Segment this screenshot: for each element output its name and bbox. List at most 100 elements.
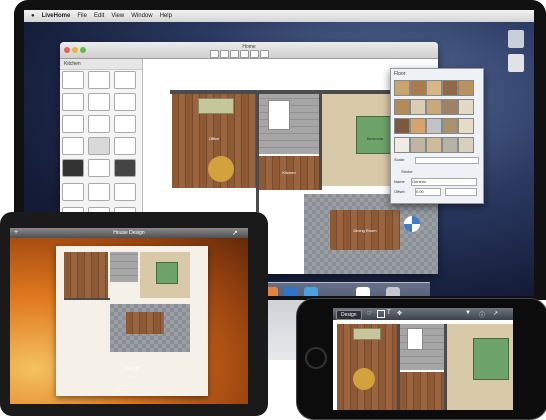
- material-swatch[interactable]: [410, 118, 426, 134]
- name-field[interactable]: Generic: [411, 178, 477, 186]
- material-swatch[interactable]: [426, 80, 442, 96]
- ipad-add-icon[interactable]: +: [14, 229, 18, 236]
- desktop-drive-icon[interactable]: [508, 30, 524, 48]
- catalog-item[interactable]: [62, 137, 84, 155]
- catalog-item[interactable]: [114, 183, 136, 201]
- catalog-item[interactable]: [88, 71, 110, 89]
- material-swatch[interactable]: [426, 137, 442, 153]
- catalog-item[interactable]: [62, 93, 84, 111]
- catalog-item[interactable]: [62, 159, 84, 177]
- ipad-title: House Design: [113, 230, 145, 236]
- dock-app-icon[interactable]: [304, 287, 318, 296]
- wall: [64, 298, 110, 300]
- catalog-item[interactable]: [88, 93, 110, 111]
- design-button[interactable]: Design: [336, 310, 362, 320]
- catalog-item[interactable]: [114, 71, 136, 89]
- material-swatch[interactable]: [426, 118, 442, 134]
- bathtub[interactable]: [407, 328, 423, 350]
- catalog-item[interactable]: [88, 137, 110, 155]
- menu-help[interactable]: Help: [160, 13, 172, 19]
- catalog-item[interactable]: [114, 93, 136, 111]
- catalog-item[interactable]: [114, 115, 136, 133]
- window-titlebar: Home: [60, 42, 438, 59]
- toolbar-door-icon[interactable]: [240, 50, 249, 58]
- room-hall[interactable]: [400, 372, 444, 410]
- material-swatch[interactable]: [410, 80, 426, 96]
- material-swatch[interactable]: [458, 80, 474, 96]
- sofa[interactable]: [353, 328, 381, 340]
- catalog-item[interactable]: [114, 137, 136, 155]
- mac-menubar: ● LiveHome File Edit View Window Help: [24, 10, 534, 22]
- catalog-item[interactable]: [88, 115, 110, 133]
- toolbar-select-icon[interactable]: [210, 50, 219, 58]
- apple-menu-icon[interactable]: ●: [31, 13, 35, 19]
- home-button[interactable]: [305, 347, 327, 369]
- catalog-item[interactable]: [62, 183, 84, 201]
- material-swatch[interactable]: [410, 137, 426, 153]
- ipad-share-icon[interactable]: ↗: [232, 229, 238, 237]
- toolbar-room-icon[interactable]: [230, 50, 239, 58]
- material-swatch[interactable]: [410, 99, 426, 115]
- toolbar-dimension-icon[interactable]: [260, 50, 269, 58]
- umbrella-icon[interactable]: [404, 216, 420, 232]
- material-swatch-grid: [394, 80, 480, 154]
- material-swatch[interactable]: [394, 80, 410, 96]
- material-swatch[interactable]: [426, 99, 442, 115]
- dock-app-icon[interactable]: [356, 287, 370, 296]
- dock-app-icon[interactable]: [284, 287, 298, 296]
- room-label-dining: Dining Room: [353, 228, 377, 233]
- room-tool-icon[interactable]: [377, 310, 385, 318]
- material-swatch[interactable]: [442, 118, 458, 134]
- dining-table[interactable]: [208, 156, 234, 182]
- bathtub[interactable]: [268, 100, 290, 130]
- material-swatch[interactable]: [394, 99, 410, 115]
- dock: [260, 282, 430, 296]
- menu-edit[interactable]: Edit: [94, 13, 104, 19]
- material-swatch[interactable]: [442, 99, 458, 115]
- iphone-frame: Design ☞ T ✥ ▼ ⓘ ↗: [296, 298, 546, 420]
- menu-file[interactable]: File: [77, 13, 87, 19]
- room-office: [64, 252, 108, 298]
- menu-window[interactable]: Window: [131, 13, 152, 19]
- more-tool-icon[interactable]: ✥: [397, 310, 402, 317]
- material-swatch[interactable]: [442, 80, 458, 96]
- offset-field[interactable]: 0.00: [415, 188, 441, 196]
- bed[interactable]: [473, 338, 509, 380]
- sofa[interactable]: [198, 98, 234, 114]
- catalog-item[interactable]: [62, 115, 84, 133]
- material-swatch[interactable]: [394, 118, 410, 134]
- material-swatch[interactable]: [394, 137, 410, 153]
- info-icon[interactable]: ⓘ: [479, 310, 485, 319]
- material-swatch[interactable]: [458, 99, 474, 115]
- material-swatch[interactable]: [458, 118, 474, 134]
- scale-segmented-control[interactable]: [415, 157, 479, 164]
- offset-field-2[interactable]: [445, 188, 477, 196]
- popover-header: Floor: [394, 71, 406, 77]
- ipad-caption-title: Design: [124, 366, 140, 372]
- text-tool-icon[interactable]: T: [387, 310, 391, 316]
- material-popover: Floor Scale: Stroke Name Generic Offset …: [390, 68, 484, 204]
- select-tool-icon[interactable]: ☞: [367, 310, 372, 317]
- room-bathroom: [110, 252, 138, 282]
- catalog-item[interactable]: [62, 71, 84, 89]
- catalog-icon[interactable]: ▼: [465, 310, 471, 316]
- bed: [156, 262, 178, 284]
- catalog-header: Kitchen: [60, 59, 142, 70]
- dining-table[interactable]: [353, 368, 375, 390]
- material-swatch[interactable]: [442, 137, 458, 153]
- scale-label: Scale:: [394, 157, 406, 162]
- menu-view[interactable]: View: [111, 13, 124, 19]
- desktop-file-icon[interactable]: [508, 54, 524, 72]
- material-swatch[interactable]: [458, 137, 474, 153]
- ipad-action-icons[interactable]: □ □ □: [114, 388, 128, 394]
- trash-icon[interactable]: [386, 287, 400, 296]
- toolbar-text-icon[interactable]: [250, 50, 259, 58]
- iphone-toolbar: Design ☞ T ✥ ▼ ⓘ ↗: [333, 308, 513, 320]
- stroke-label: Stroke: [401, 169, 413, 174]
- catalog-item[interactable]: [114, 159, 136, 177]
- catalog-item[interactable]: [88, 183, 110, 201]
- share-icon[interactable]: ↗: [493, 310, 498, 317]
- toolbar-wall-icon[interactable]: [220, 50, 229, 58]
- menu-app[interactable]: LiveHome: [42, 13, 71, 19]
- catalog-item[interactable]: [88, 159, 110, 177]
